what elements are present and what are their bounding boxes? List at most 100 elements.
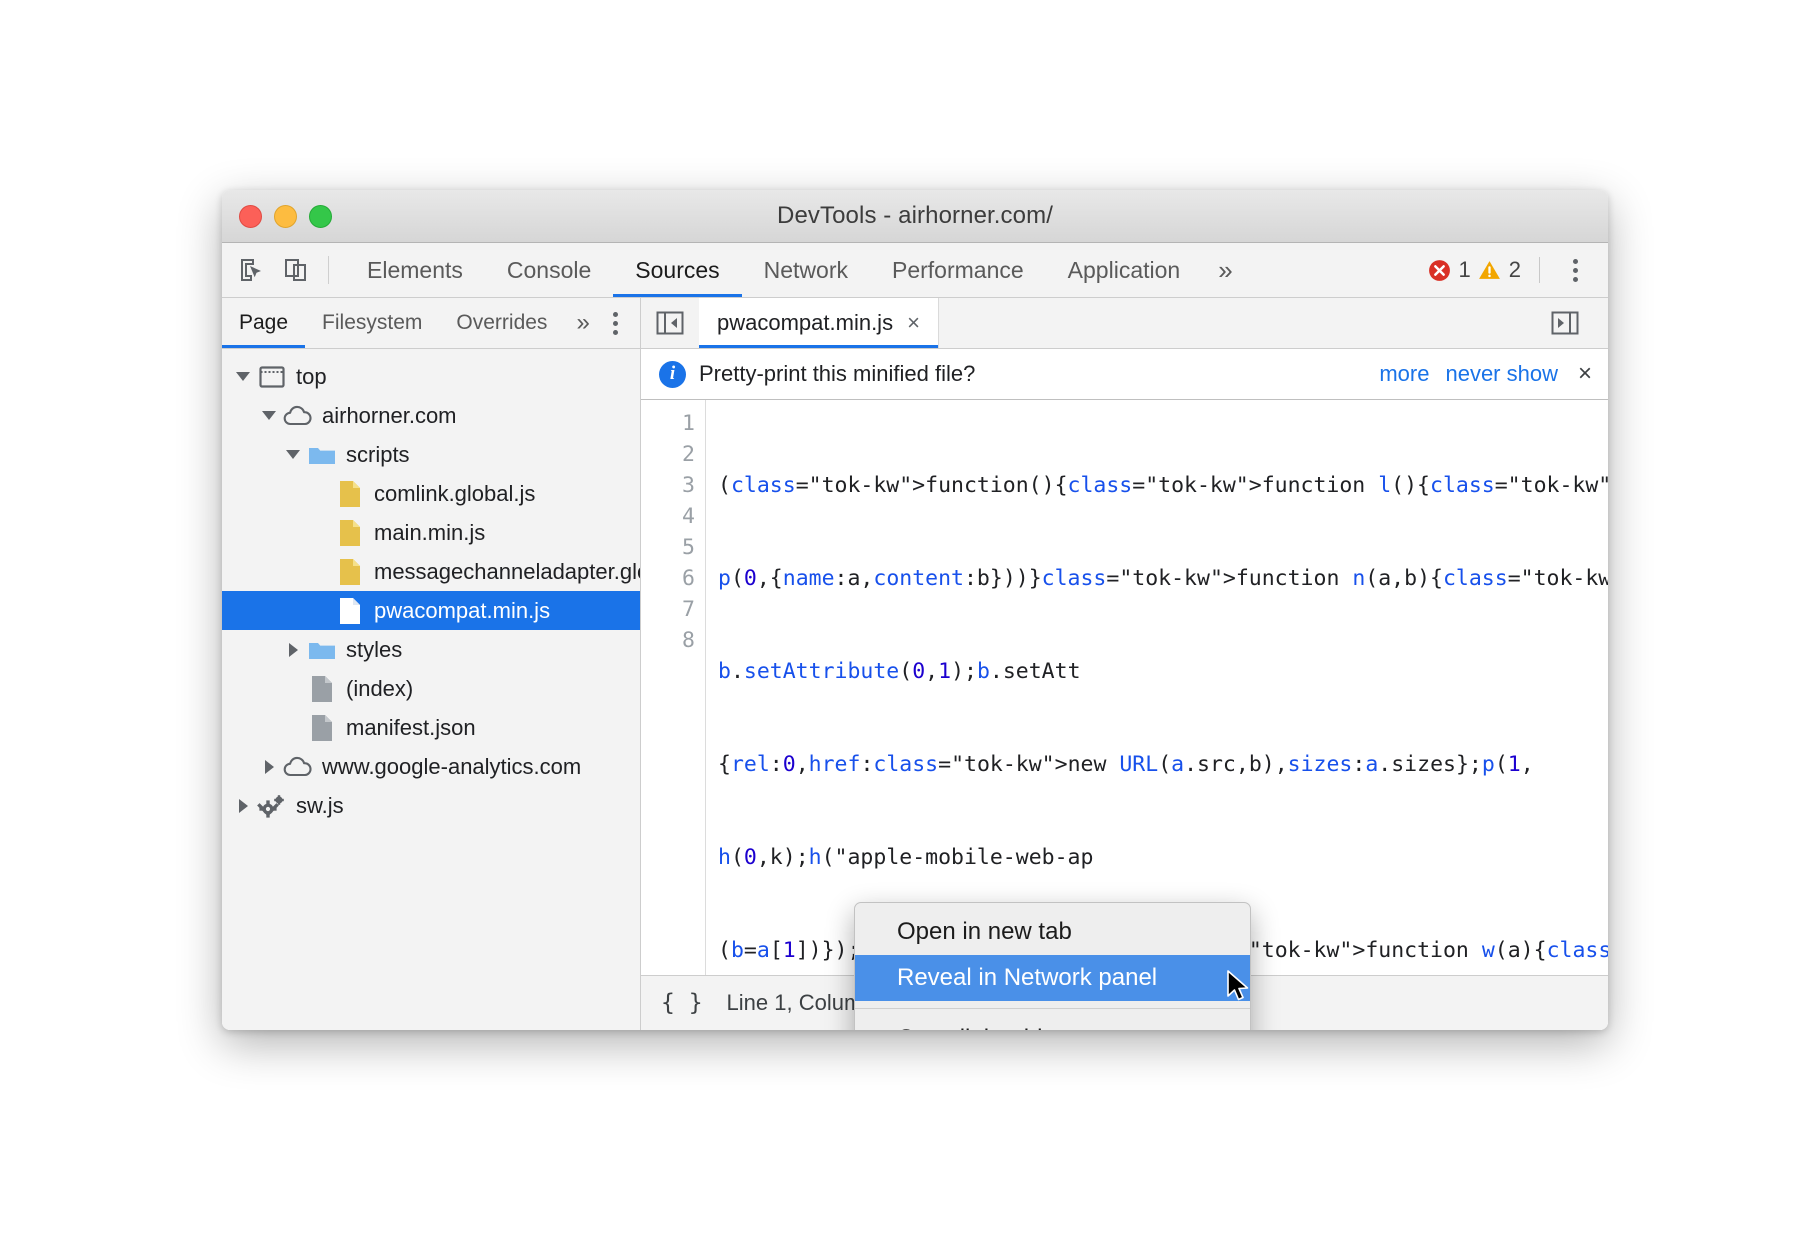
code-line: b.setAttribute(0,1);b.setAtt bbox=[718, 656, 1608, 687]
format-code-button[interactable]: { } bbox=[661, 990, 703, 1016]
menu-item-reveal-in-network-panel[interactable]: Reveal in Network panel bbox=[855, 955, 1250, 1001]
tab-performance[interactable]: Performance bbox=[870, 243, 1046, 297]
tab-elements[interactable]: Elements bbox=[345, 243, 485, 297]
tree-item-manifest-json[interactable]: manifest.json bbox=[222, 708, 640, 747]
error-count-button[interactable]: 1 bbox=[1427, 257, 1477, 283]
frame-icon bbox=[256, 366, 288, 388]
tree-item-label: airhorner.com bbox=[322, 405, 457, 427]
device-toolbar-button[interactable] bbox=[274, 243, 318, 297]
show-debugger-button[interactable] bbox=[1536, 311, 1594, 335]
window-title: DevTools - airhorner.com/ bbox=[222, 202, 1608, 230]
folder-icon bbox=[306, 444, 338, 466]
tab-performance-label: Performance bbox=[892, 257, 1024, 284]
tab-network-label: Network bbox=[764, 257, 848, 284]
tab-console[interactable]: Console bbox=[485, 243, 613, 297]
tab-network[interactable]: Network bbox=[742, 243, 870, 297]
line-number-gutter: 1 2 3 4 5 6 7 8 bbox=[641, 400, 706, 975]
tree-item-index[interactable]: (index) bbox=[222, 669, 640, 708]
tab-application[interactable]: Application bbox=[1046, 243, 1203, 297]
tree-item-label: sw.js bbox=[296, 795, 344, 817]
kebab-dot bbox=[1573, 259, 1578, 264]
pretty-print-never-show-link[interactable]: never show bbox=[1445, 361, 1558, 387]
maximize-window-button[interactable] bbox=[309, 205, 332, 228]
kebab-dot bbox=[613, 330, 618, 335]
toolbar-divider-right bbox=[1539, 257, 1540, 283]
tree-item-comlink-global-js[interactable]: comlink.global.js bbox=[222, 474, 640, 513]
chevron-right-icon[interactable] bbox=[256, 760, 282, 774]
devtools-settings-menu-button[interactable] bbox=[1554, 259, 1596, 282]
chevron-down-icon[interactable] bbox=[256, 411, 282, 420]
js-file-icon bbox=[334, 480, 366, 508]
nav-tab-page-label: Page bbox=[239, 311, 288, 335]
tree-item-styles[interactable]: styles bbox=[222, 630, 640, 669]
tab-sources-label: Sources bbox=[635, 257, 719, 284]
warning-count: 2 bbox=[1509, 257, 1521, 283]
tree-item-scripts[interactable]: scripts bbox=[222, 435, 640, 474]
nav-tab-filesystem[interactable]: Filesystem bbox=[305, 298, 439, 348]
kebab-dot bbox=[613, 312, 618, 317]
inspect-element-button[interactable] bbox=[230, 243, 274, 297]
line-number: 1 bbox=[641, 408, 695, 439]
line-number: 3 bbox=[641, 470, 695, 501]
document-icon bbox=[306, 714, 338, 742]
tree-item-pwacompat-min-js[interactable]: pwacompat.min.js bbox=[222, 591, 640, 630]
tree-item-airhorner-com[interactable]: airhorner.com bbox=[222, 396, 640, 435]
tree-item-main-min-js[interactable]: main.min.js bbox=[222, 513, 640, 552]
menu-item-open-in-new-tab[interactable]: Open in new tab bbox=[855, 909, 1250, 955]
close-window-button[interactable] bbox=[239, 205, 262, 228]
close-icon[interactable]: × bbox=[1574, 362, 1592, 386]
document-icon bbox=[306, 675, 338, 703]
nav-tab-filesystem-label: Filesystem bbox=[322, 311, 422, 335]
show-navigator-button[interactable] bbox=[641, 298, 699, 348]
cloud-icon bbox=[282, 405, 314, 427]
tree-item-label: manifest.json bbox=[346, 717, 476, 739]
tree-item-label: (index) bbox=[346, 678, 413, 700]
editor-tab-pwacompat-min-js[interactable]: pwacompat.min.js × bbox=[699, 298, 939, 348]
nav-tab-overrides[interactable]: Overrides bbox=[439, 298, 564, 348]
tree-item-messagechanneladapter-global-js[interactable]: messagechanneladapter.global.js bbox=[222, 552, 640, 591]
pretty-print-infobar: i Pretty-print this minified file? more … bbox=[641, 349, 1608, 400]
chevron-down-icon[interactable] bbox=[230, 372, 256, 381]
more-panels-button[interactable]: » bbox=[1202, 243, 1248, 297]
tree-item-top[interactable]: top bbox=[222, 357, 640, 396]
sources-panel-body: Page Filesystem Overrides » top bbox=[222, 298, 1608, 1030]
minimize-window-button[interactable] bbox=[274, 205, 297, 228]
js-file-icon bbox=[334, 519, 366, 547]
menu-item-copy-link-address[interactable]: Copy link address bbox=[855, 1016, 1250, 1030]
navigator-pane: Page Filesystem Overrides » top bbox=[222, 298, 641, 1030]
tree-item-label: comlink.global.js bbox=[374, 483, 535, 505]
tab-console-label: Console bbox=[507, 257, 591, 284]
folder-icon bbox=[306, 639, 338, 661]
chevron-down-icon[interactable] bbox=[280, 450, 306, 459]
menu-separator bbox=[855, 1008, 1250, 1009]
window-titlebar: DevTools - airhorner.com/ bbox=[222, 190, 1608, 243]
context-menu[interactable]: Open in new tab Reveal in Network panel … bbox=[854, 902, 1251, 1030]
tree-item-www-google-analytics-com[interactable]: www.google-analytics.com bbox=[222, 747, 640, 786]
js-file-icon bbox=[334, 558, 366, 586]
code-content[interactable]: (class="tok-kw">function(){class="tok-kw… bbox=[706, 400, 1608, 975]
cloud-icon bbox=[282, 756, 314, 778]
error-icon bbox=[1427, 258, 1452, 283]
traffic-lights bbox=[222, 205, 332, 228]
code-editor[interactable]: 1 2 3 4 5 6 7 8 (class="tok-kw">function… bbox=[641, 400, 1608, 975]
chevron-right-icon[interactable] bbox=[230, 799, 256, 813]
menu-item-label: Open in new tab bbox=[897, 918, 1072, 946]
error-count: 1 bbox=[1459, 257, 1471, 283]
tree-item-sw-js[interactable]: sw.js bbox=[222, 786, 640, 825]
warning-count-button[interactable]: 2 bbox=[1477, 257, 1527, 283]
show-navigator-icon bbox=[656, 311, 684, 335]
more-navigator-tabs-button[interactable]: » bbox=[564, 298, 601, 348]
menu-item-label: Reveal in Network panel bbox=[897, 964, 1157, 992]
nav-tab-page[interactable]: Page bbox=[222, 298, 305, 348]
code-line: h(0,k);h("apple-mobile-web-ap bbox=[718, 842, 1608, 873]
show-debugger-icon bbox=[1551, 311, 1579, 335]
editor-tabbar-right-group bbox=[1536, 298, 1608, 348]
chevron-right-icon[interactable] bbox=[280, 643, 306, 657]
close-icon[interactable]: × bbox=[907, 312, 920, 334]
code-line: p(0,{name:a,content:b}))}class="tok-kw">… bbox=[718, 563, 1608, 594]
navigator-menu-button[interactable] bbox=[602, 298, 640, 348]
tab-sources[interactable]: Sources bbox=[613, 243, 741, 297]
pretty-print-message: Pretty-print this minified file? bbox=[699, 361, 975, 387]
line-number: 2 bbox=[641, 439, 695, 470]
pretty-print-more-link[interactable]: more bbox=[1379, 361, 1429, 387]
